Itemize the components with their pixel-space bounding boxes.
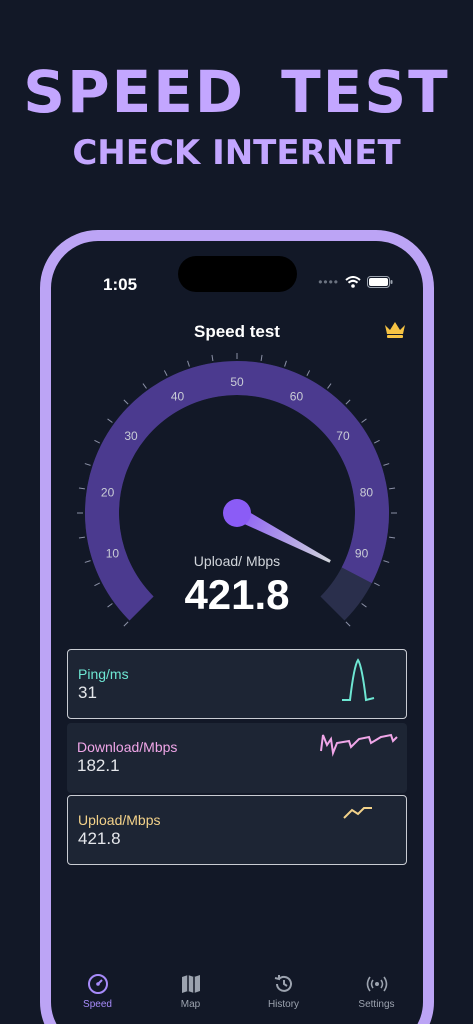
gauge-tick <box>123 621 129 627</box>
gauge-tick <box>260 354 263 361</box>
gauge-tick <box>327 383 332 389</box>
gauge-tick <box>306 370 311 377</box>
upload-card[interactable]: Upload/Mbps 421.8 <box>67 795 407 865</box>
gauge-tick-label: 30 <box>124 429 138 443</box>
gauge-tick <box>361 418 367 423</box>
download-value: 182.1 <box>77 756 120 775</box>
gauge-tick-label: 70 <box>336 429 350 443</box>
wifi-icon <box>345 276 361 288</box>
dynamic-island <box>178 256 297 292</box>
gauge-tick <box>84 463 91 466</box>
tab-settings[interactable]: Settings <box>342 973 412 1024</box>
status-icons: •••• <box>318 275 393 289</box>
tab-label-map: Map <box>180 999 201 1010</box>
tab-label-settings: Settings <box>358 999 395 1010</box>
promo-subtitle: CHECK INTERNET <box>72 133 401 173</box>
upload-sparkline <box>343 807 372 819</box>
ping-card[interactable]: Ping/ms 31 <box>67 649 407 719</box>
gauge-tick <box>163 370 168 377</box>
gauge-tick <box>389 487 396 490</box>
download-label: Download/Mbps <box>77 739 178 755</box>
page-title: Speed test <box>194 322 280 341</box>
phone-frame: 1:05 •••• Speed test 10 20 30 40 50 60 70 80 90 … <box>40 230 434 1024</box>
upload-value: 421.8 <box>78 829 121 848</box>
gauge-tick-label: 80 <box>360 486 374 500</box>
tab-map[interactable]: Map <box>156 973 226 1024</box>
cellular-icon: •••• <box>318 275 339 289</box>
gauge-tick-label: 40 <box>171 389 185 403</box>
gauge-tick <box>284 360 287 367</box>
gauge-tick <box>78 487 85 490</box>
promo-title: SPEED TEST <box>23 58 450 126</box>
gauge-tick <box>187 360 190 367</box>
ping-value: 31 <box>78 683 97 702</box>
gauge-tick <box>345 399 351 405</box>
gauge-tick <box>383 463 390 466</box>
gauge-tick-label: 50 <box>230 375 244 389</box>
gauge-tick-label: 20 <box>101 486 115 500</box>
signal-icon <box>366 976 387 992</box>
upload-label: Upload/Mbps <box>78 812 161 828</box>
gauge-tick <box>94 439 101 444</box>
gauge-tick <box>389 536 396 539</box>
ping-label: Ping/ms <box>78 666 129 682</box>
app-screen: 1:05 •••• Speed test 10 20 30 40 50 60 70 80 90 … <box>51 241 423 1024</box>
status-time: 1:05 <box>103 275 138 294</box>
gauge-tick <box>373 439 380 444</box>
gauge-tick <box>123 399 129 405</box>
download-sparkline <box>320 733 398 757</box>
tab-speed[interactable]: Speed <box>63 973 133 1024</box>
tab-bar: Speed Map History Settings <box>51 973 423 1024</box>
tab-history[interactable]: History <box>249 973 319 1024</box>
gauge-hub <box>223 499 251 527</box>
history-icon <box>274 975 292 992</box>
gauge-tick <box>107 418 113 423</box>
gauge-tick <box>142 383 147 389</box>
map-icon <box>181 975 200 993</box>
gauge-tick <box>345 621 351 627</box>
gauge-tick <box>78 536 85 539</box>
download-card[interactable]: Download/Mbps 182.1 <box>67 723 407 793</box>
gauge-value: 421.8 <box>184 571 290 618</box>
crown-icon[interactable] <box>383 319 407 339</box>
tab-label-speed: Speed <box>83 999 112 1010</box>
gauge-tick-label: 60 <box>290 389 304 403</box>
tab-label-history: History <box>267 999 300 1010</box>
gauge-tick <box>211 354 214 361</box>
gauge-caption: Upload/ Mbps <box>193 553 281 569</box>
ping-sparkline <box>342 658 375 702</box>
speedometer-icon <box>87 974 108 994</box>
battery-icon <box>367 276 393 288</box>
